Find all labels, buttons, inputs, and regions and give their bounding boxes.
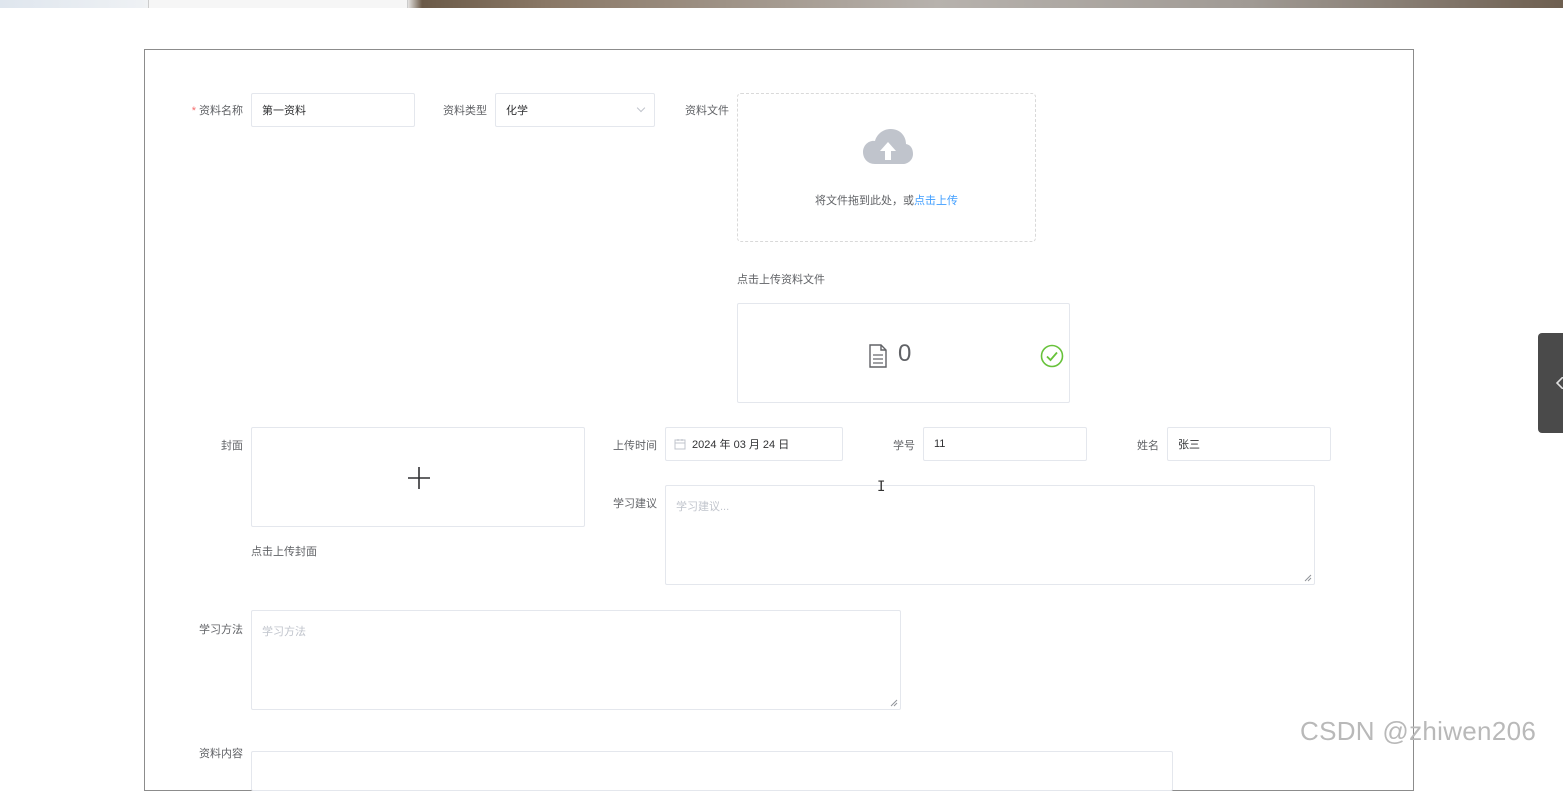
text-cursor-icon: I (877, 479, 886, 495)
content-editor[interactable] (251, 751, 1173, 791)
type-select[interactable]: 化学 (495, 93, 655, 127)
cover-upload-box[interactable] (251, 427, 585, 527)
name-input[interactable]: 第一资料 (251, 93, 415, 127)
chevron-left-icon (1556, 377, 1563, 389)
method-placeholder: 学习方法 (262, 626, 306, 638)
resize-handle-icon[interactable] (1304, 574, 1312, 582)
browser-top-strip (0, 0, 1563, 8)
click-upload-link[interactable]: 点击上传 (914, 195, 958, 207)
upload-time-picker[interactable]: 2024 年 03 月 24 日 (665, 427, 843, 461)
cover-label: 封面 (221, 440, 243, 452)
upload-cloud-icon (863, 129, 913, 164)
content-label: 资料内容 (199, 748, 243, 760)
browser-tab[interactable] (148, 0, 408, 8)
student-no-label: 学号 (893, 440, 915, 452)
upload-instruction: 将文件拖到此处，或点击上传 (815, 195, 958, 207)
upload-time-label: 上传时间 (613, 440, 657, 452)
required-mark: * (191, 105, 196, 117)
resize-handle-icon[interactable] (890, 699, 898, 707)
advice-placeholder: 学习建议... (676, 501, 730, 513)
student-no-input[interactable]: 11 (923, 427, 1087, 461)
type-select-value: 化学 (506, 105, 528, 117)
file-label: 资料文件 (685, 105, 729, 117)
name-label: * 资料名称 (191, 105, 243, 117)
watermark: CSDN @zhiwen206 (1300, 716, 1537, 746)
advice-label: 学习建议 (613, 498, 657, 510)
cover-upload-tip: 点击上传封面 (251, 546, 317, 558)
method-textarea[interactable]: 学习方法 (251, 610, 901, 710)
method-label: 学习方法 (199, 624, 243, 636)
student-name-label: 姓名 (1137, 440, 1159, 452)
uploaded-file-card[interactable]: 0 (737, 303, 1070, 403)
calendar-icon (674, 439, 686, 450)
chevron-down-icon (636, 103, 646, 113)
form-panel: * 资料名称 第一资料 资料类型 化学 资料文件 将文件拖到此处，或点击上传 点击… (144, 49, 1414, 791)
file-upload-dropzone[interactable]: 将文件拖到此处，或点击上传 (737, 93, 1036, 242)
upload-time-value: 2024 年 03 月 24 日 (692, 439, 790, 451)
file-upload-tip: 点击上传资料文件 (737, 274, 825, 286)
side-drawer-toggle[interactable] (1538, 333, 1563, 433)
student-name-input[interactable]: 张三 (1167, 427, 1331, 461)
type-label: 资料类型 (443, 105, 487, 117)
document-icon (869, 344, 887, 368)
advice-textarea[interactable]: 学习建议... (665, 485, 1315, 585)
file-count: 0 (898, 340, 912, 367)
success-check-icon (1040, 344, 1064, 368)
plus-icon (408, 467, 430, 489)
